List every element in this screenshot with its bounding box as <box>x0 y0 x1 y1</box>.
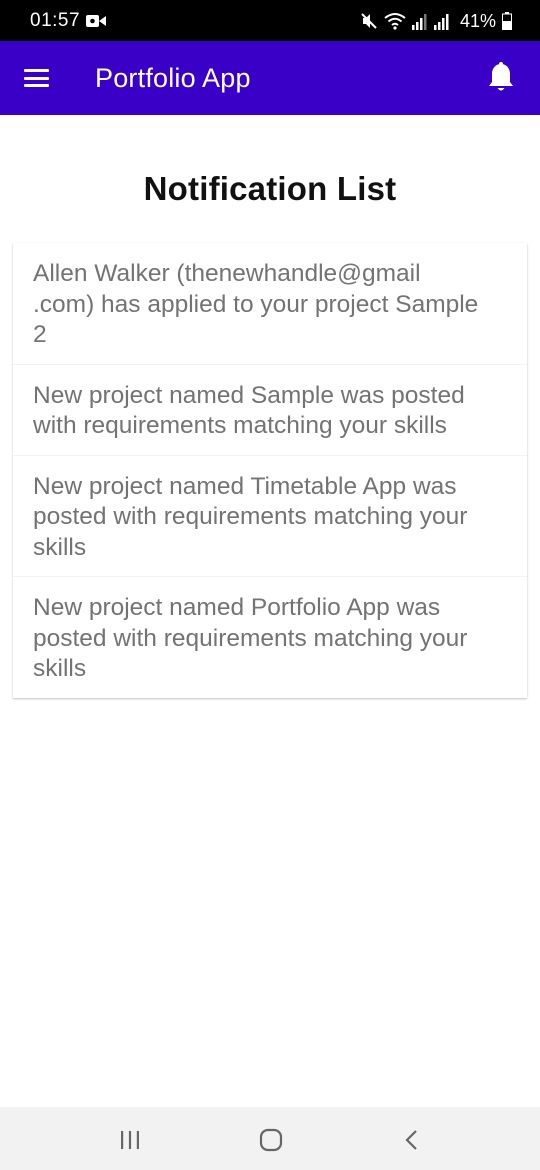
notification-item[interactable]: New project named Sample was posted with… <box>13 363 527 455</box>
wifi-icon <box>384 13 406 30</box>
app-bar: Portfolio App <box>0 41 540 115</box>
notification-text-line: 2 <box>33 321 47 348</box>
status-icons: 41% <box>360 10 512 32</box>
signal-icon-2 <box>433 14 449 30</box>
hamburger-menu-icon[interactable] <box>24 69 49 87</box>
bell-icon[interactable] <box>486 61 516 95</box>
back-icon[interactable] <box>397 1125 427 1155</box>
system-nav-bar <box>0 1107 540 1170</box>
recents-icon[interactable] <box>115 1125 145 1155</box>
status-bar: 01:57 41% <box>0 0 540 41</box>
notification-text-line: .com) has applied to your project Sample <box>33 290 479 318</box>
notification-text-line: posted with requirements matching your <box>33 624 468 652</box>
mute-icon <box>361 13 377 29</box>
notification-item[interactable]: Allen Walker (thenewhandle@gmail .com) h… <box>13 243 527 364</box>
notification-list: Allen Walker (thenewhandle@gmail .com) h… <box>13 243 527 698</box>
screen-record-icon <box>86 15 106 27</box>
page-title: Notification List <box>143 170 397 207</box>
notification-text-line: New project named Sample was posted <box>33 381 465 409</box>
notification-text-line: skills <box>33 655 87 682</box>
battery-percentage: 41% <box>459 10 496 31</box>
app-title: Portfolio App <box>95 63 251 93</box>
notification-item[interactable]: New project named Portfolio App was post… <box>13 576 527 698</box>
notification-text-line: New project named Timetable App was <box>33 472 457 500</box>
signal-icon-1 <box>411 14 427 30</box>
notification-text-line: with requirements matching your skills <box>33 412 447 439</box>
battery-icon <box>502 12 512 30</box>
status-time: 01:57 <box>30 10 81 31</box>
notification-text-line: Allen Walker (thenewhandle@gmail <box>33 260 421 287</box>
home-icon[interactable] <box>256 1125 286 1155</box>
notification-text-line: posted with requirements matching your <box>33 503 468 530</box>
notification-text-line: skills <box>33 533 87 561</box>
notification-item[interactable]: New project named Timetable App was post… <box>13 454 527 577</box>
notification-text-line: New project named Portfolio App was <box>33 594 441 621</box>
